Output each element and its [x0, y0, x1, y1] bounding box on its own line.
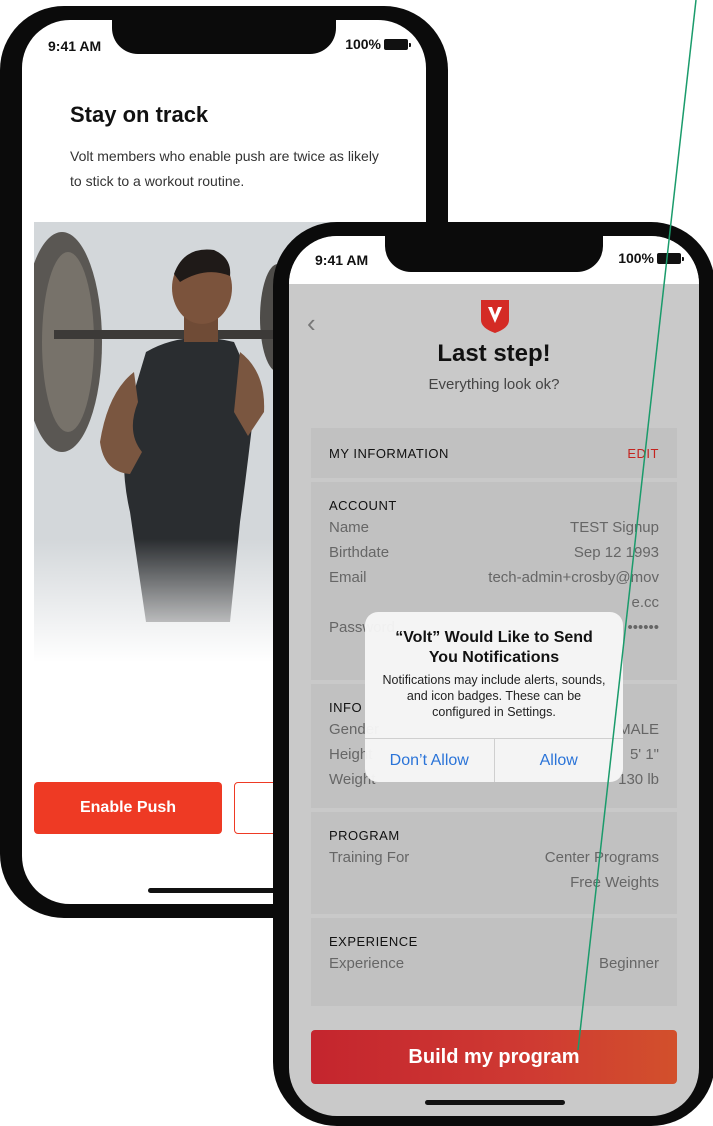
guide-line	[577, 0, 697, 1051]
guide-line-stroke	[577, 0, 697, 1051]
